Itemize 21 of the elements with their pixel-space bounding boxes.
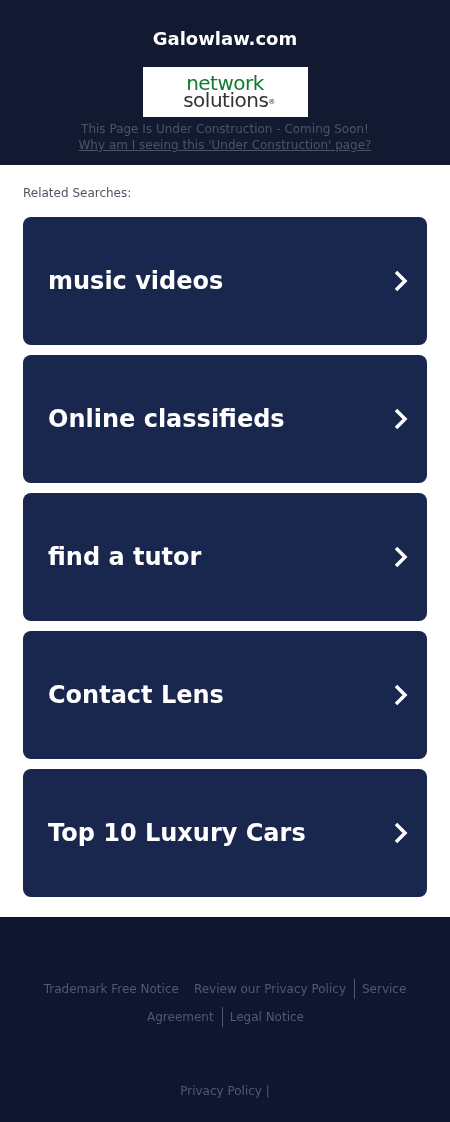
chevron-right-icon bbox=[393, 684, 409, 706]
notice-text: This Page Is Under Construction - Coming Soon! bbox=[81, 121, 369, 137]
chevron-right-icon bbox=[393, 270, 409, 292]
chevron-right-icon bbox=[393, 546, 409, 568]
search-link-card[interactable]: Online classifieds bbox=[23, 355, 427, 483]
privacy-link[interactable]: Privacy Policy | bbox=[180, 1077, 270, 1105]
search-link-card[interactable]: find a tutor bbox=[23, 493, 427, 621]
search-link-card[interactable]: music videos bbox=[23, 217, 427, 345]
logo: network solutions$^{®}$ bbox=[142, 67, 308, 117]
site-title: Galowlaw.com bbox=[152, 27, 298, 51]
search-link-card[interactable]: Contact Lens bbox=[23, 631, 427, 759]
chevron-right-icon bbox=[393, 822, 409, 844]
chevron-right-icon bbox=[393, 408, 409, 430]
footer-link[interactable]: Service bbox=[355, 979, 414, 999]
footer-link[interactable]: Trademark Free Notice bbox=[36, 979, 186, 999]
footer-link[interactable]: Legal Notice bbox=[222, 1007, 311, 1027]
footer-link[interactable]: Review our Privacy Policy bbox=[185, 979, 355, 999]
search-link-card[interactable]: Top 10 Luxury Cars bbox=[23, 769, 427, 897]
section-heading: Related Searches: bbox=[23, 185, 133, 201]
footer-link[interactable]: Agreement bbox=[139, 1007, 223, 1027]
why-link[interactable]: Why am I seeing this 'Under Construction' page? bbox=[78, 137, 372, 153]
